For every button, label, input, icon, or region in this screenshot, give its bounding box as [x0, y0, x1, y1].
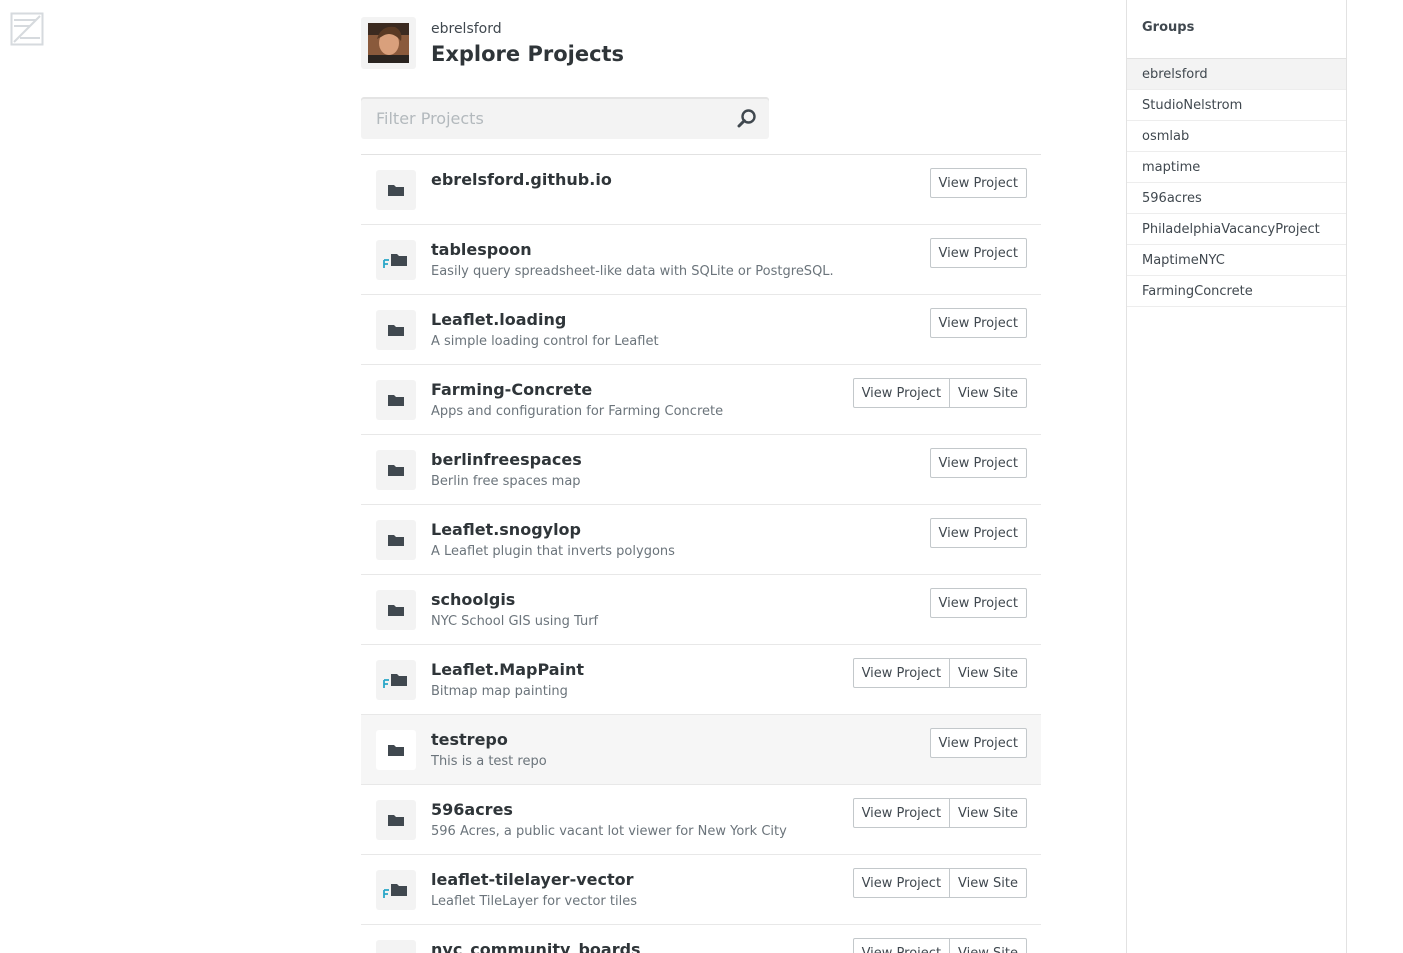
project-actions: View Project: [929, 518, 1027, 548]
project-row: Farming-Concrete Apps and configuration f…: [361, 365, 1041, 435]
view-project-button[interactable]: View Project: [852, 868, 951, 898]
project-name-link[interactable]: Leaflet.loading: [431, 310, 566, 329]
folder-icon[interactable]: [376, 730, 416, 770]
project-row: berlinfreespaces Berlin free spaces map Vi…: [361, 435, 1041, 505]
project-row: schoolgis NYC School GIS using Turf View P…: [361, 575, 1041, 645]
project-actions: View Project: [929, 168, 1027, 198]
folder-icon[interactable]: [376, 800, 416, 840]
project-actions: View Project View Site: [852, 378, 1027, 408]
user-photo-icon: [368, 23, 409, 63]
view-project-button[interactable]: View Project: [929, 588, 1027, 618]
project-row: 596acres 596 Acres, a public vacant lot v…: [361, 785, 1041, 855]
folder-icon[interactable]: [376, 590, 416, 630]
project-description: Berlin free spaces map: [431, 474, 581, 489]
folder-icon[interactable]: [376, 450, 416, 490]
project-actions: View Project View Site: [852, 798, 1027, 828]
project-actions: View Project: [929, 308, 1027, 338]
filter-projects-input[interactable]: [361, 97, 721, 139]
group-item[interactable]: osmlab: [1127, 121, 1346, 152]
project-actions: View Project: [929, 588, 1027, 618]
project-actions: View Project View Site: [852, 658, 1027, 688]
project-row: Leaflet.loading A simple loading control …: [361, 295, 1041, 365]
group-item[interactable]: ebrelsford: [1127, 59, 1346, 90]
search-icon[interactable]: [737, 108, 757, 128]
view-project-button[interactable]: View Project: [929, 448, 1027, 478]
forked-folder-icon[interactable]: [376, 870, 416, 910]
project-name-link[interactable]: nyc_community_boards: [431, 940, 641, 953]
view-project-button[interactable]: View Project: [929, 238, 1027, 268]
project-name-link[interactable]: 596acres: [431, 800, 513, 819]
project-description: Easily query spreadsheet-like data with …: [431, 264, 834, 279]
project-name-link[interactable]: ebrelsford.github.io: [431, 170, 612, 189]
project-description: Apps and configuration for Farming Concr…: [431, 404, 724, 419]
view-project-button[interactable]: View Project: [929, 518, 1027, 548]
view-project-button[interactable]: View Project: [852, 798, 951, 828]
folder-icon[interactable]: [376, 380, 416, 420]
project-name-link[interactable]: Farming-Concrete: [431, 380, 592, 399]
project-row: testrepo This is a test repo View Project: [361, 715, 1041, 785]
groups-sidebar: Groups ebrelsford StudioNelstrom osmlab map…: [1126, 0, 1347, 953]
group-item[interactable]: maptime: [1127, 152, 1346, 183]
forked-folder-icon[interactable]: [376, 660, 416, 700]
avatar[interactable]: [361, 17, 416, 69]
view-project-button[interactable]: View Project: [852, 378, 951, 408]
groups-heading: Groups: [1127, 0, 1346, 59]
username[interactable]: ebrelsford: [431, 21, 502, 37]
project-name-link[interactable]: schoolgis: [431, 590, 515, 609]
project-description: Bitmap map painting: [431, 684, 568, 699]
project-description: A simple loading control for Leaflet: [431, 334, 659, 349]
view-project-button[interactable]: View Project: [929, 728, 1027, 758]
project-row: ebrelsford.github.io View Project: [361, 155, 1041, 225]
project-description: A Leaflet plugin that inverts polygons: [431, 544, 675, 559]
project-name-link[interactable]: Leaflet.snogylop: [431, 520, 581, 539]
view-site-button[interactable]: View Site: [950, 378, 1027, 408]
view-site-button[interactable]: View Site: [950, 938, 1027, 953]
view-site-button[interactable]: View Site: [950, 798, 1027, 828]
view-project-button[interactable]: View Project: [929, 308, 1027, 338]
project-list: ebrelsford.github.io View Project tablespo…: [361, 154, 1041, 953]
project-actions: View Project View Site: [852, 868, 1027, 898]
view-site-button[interactable]: View Site: [950, 868, 1027, 898]
project-actions: View Project: [929, 448, 1027, 478]
project-row: Leaflet.MapPaint Bitmap map painting View …: [361, 645, 1041, 715]
project-description: 596 Acres, a public vacant lot viewer fo…: [431, 824, 787, 839]
project-row: nyc_community_boards View Project View Sit…: [361, 925, 1041, 953]
project-name-link[interactable]: berlinfreespaces: [431, 450, 582, 469]
project-name-link[interactable]: leaflet-tilelayer-vector: [431, 870, 634, 889]
group-item[interactable]: StudioNelstrom: [1127, 90, 1346, 121]
project-row: tablespoon Easily query spreadsheet-like …: [361, 225, 1041, 295]
folder-icon[interactable]: [376, 170, 416, 210]
forked-folder-icon[interactable]: [376, 240, 416, 280]
project-description: Leaflet TileLayer for vector tiles: [431, 894, 638, 909]
project-name-link[interactable]: tablespoon: [431, 240, 532, 259]
project-name-link[interactable]: Leaflet.MapPaint: [431, 660, 584, 679]
group-item[interactable]: 596acres: [1127, 183, 1346, 214]
group-item[interactable]: PhiladelphiaVacancyProject: [1127, 214, 1346, 245]
group-item[interactable]: FarmingConcrete: [1127, 276, 1346, 307]
project-actions: View Project View Site: [852, 938, 1027, 953]
folder-icon[interactable]: [376, 940, 416, 953]
project-row: Leaflet.snogylop A Leaflet plugin that in…: [361, 505, 1041, 575]
project-actions: View Project: [929, 238, 1027, 268]
project-description: NYC School GIS using Turf: [431, 614, 599, 629]
view-project-button[interactable]: View Project: [929, 168, 1027, 198]
view-site-button[interactable]: View Site: [950, 658, 1027, 688]
project-name-link[interactable]: testrepo: [431, 730, 508, 749]
view-project-button[interactable]: View Project: [852, 658, 951, 688]
page-title: Explore Projects: [431, 42, 625, 66]
view-project-button[interactable]: View Project: [852, 938, 951, 953]
group-list: ebrelsford StudioNelstrom osmlab maptime 596…: [1127, 59, 1346, 307]
group-item[interactable]: MaptimeNYC: [1127, 245, 1346, 276]
app-logo-icon[interactable]: [10, 12, 44, 46]
folder-icon[interactable]: [376, 310, 416, 350]
project-row: leaflet-tilelayer-vector Leaflet TileLaye…: [361, 855, 1041, 925]
project-actions: View Project: [929, 728, 1027, 758]
filter-box: [361, 97, 769, 139]
project-description: This is a test repo: [431, 754, 547, 769]
folder-icon[interactable]: [376, 520, 416, 560]
